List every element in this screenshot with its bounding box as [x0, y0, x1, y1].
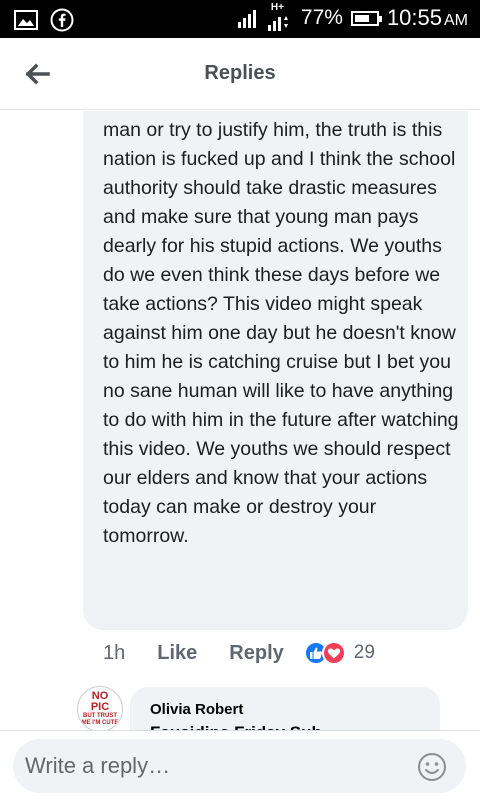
battery-icon: [350, 10, 382, 26]
battery-percent: 77%: [300, 6, 343, 29]
facebook-icon: [50, 8, 74, 32]
heart-icon: [321, 641, 346, 665]
replies-thread[interactable]: that some people will support the young …: [0, 111, 480, 737]
comment-actions: 1h Like Reply 29: [103, 641, 375, 665]
like-button[interactable]: Like: [157, 642, 197, 665]
reply-author[interactable]: Olivia Robert: [150, 701, 243, 718]
reply-composer: [0, 730, 480, 800]
data-signal-icon: H+: [267, 2, 293, 32]
reply-button[interactable]: Reply: [229, 642, 283, 665]
gallery-icon: [14, 10, 38, 30]
app-header: Replies: [0, 38, 480, 110]
clock: 10:55 AM: [386, 5, 468, 30]
reply-input[interactable]: [25, 747, 405, 785]
reply-input-container[interactable]: [13, 739, 466, 793]
signal-icon: [237, 10, 256, 28]
smiley-icon: [418, 753, 446, 781]
emoji-button[interactable]: [416, 751, 448, 783]
avatar[interactable]: NO PIC BUT TRUST ME I'M CUTE: [77, 686, 123, 732]
comment-text: that some people will support the young …: [103, 111, 459, 547]
reactions-summary[interactable]: 29: [303, 641, 375, 665]
page-title: Replies: [204, 62, 276, 84]
status-bar: H+ 77% 10:55 AM: [0, 0, 480, 38]
comment-bubble[interactable]: that some people will support the young …: [83, 111, 468, 630]
comment-timestamp: 1h: [103, 641, 126, 664]
reaction-count: 29: [353, 642, 375, 663]
